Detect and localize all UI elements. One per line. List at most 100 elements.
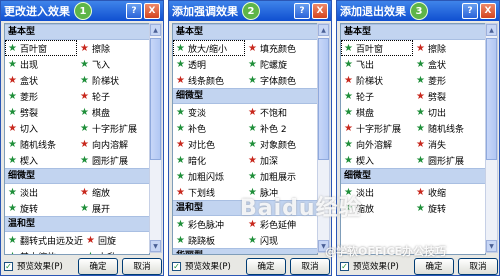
effect-item[interactable]: ★ 补色 bbox=[173, 120, 245, 136]
scroll-thumb[interactable] bbox=[486, 38, 497, 160]
effect-item[interactable]: ★ 楔入 bbox=[341, 152, 413, 168]
list-scrollbar[interactable]: ▲ ▼ bbox=[485, 23, 498, 253]
effect-item[interactable]: ★ 旋转 bbox=[413, 200, 485, 216]
effect-item-label: 收缩 bbox=[428, 188, 447, 199]
effect-item[interactable]: ★ 对象颜色 bbox=[245, 136, 317, 152]
effect-item[interactable]: ★ 闪现 bbox=[245, 232, 317, 248]
effect-item[interactable]: ★ 切出 bbox=[413, 104, 485, 120]
effect-item[interactable]: ★ 暗化 bbox=[173, 152, 245, 168]
effect-item[interactable]: ★上升 bbox=[83, 248, 149, 254]
effect-item[interactable]: ★ 盒状 bbox=[413, 56, 485, 72]
effect-item[interactable]: ★ 对比色 bbox=[173, 136, 245, 152]
scroll-thumb[interactable] bbox=[318, 38, 329, 160]
ok-button[interactable]: 确定 bbox=[246, 257, 286, 275]
effect-item[interactable]: ★ 填充颜色 bbox=[245, 40, 317, 56]
scroll-down-icon[interactable]: ▼ bbox=[150, 240, 161, 252]
effect-item[interactable]: ★ 十字形扩展 bbox=[77, 120, 149, 136]
effect-item[interactable]: ★ 不饱和 bbox=[245, 104, 317, 120]
effect-item[interactable]: ★ 加粗展示 bbox=[245, 168, 317, 184]
effect-item[interactable]: ★ 补色 2 bbox=[245, 120, 317, 136]
effect-item[interactable]: ★ 线条颜色 bbox=[173, 72, 245, 88]
effect-item[interactable]: ★ 劈裂 bbox=[5, 104, 77, 120]
preview-checkbox[interactable]: ✓ bbox=[340, 261, 349, 271]
effect-item[interactable]: ★ 盒状 bbox=[5, 72, 77, 88]
help-button[interactable]: ? bbox=[462, 3, 478, 19]
effect-item[interactable]: ★ 擦除 bbox=[77, 40, 149, 56]
effect-star-icon: ★ bbox=[8, 42, 17, 54]
close-button[interactable]: X bbox=[312, 3, 328, 19]
effect-item-label: 菱形 bbox=[20, 92, 39, 103]
effect-item[interactable]: ★ 楔入 bbox=[5, 152, 77, 168]
effect-star-icon: ★ bbox=[8, 90, 17, 102]
category-header: 细微型 bbox=[173, 88, 317, 104]
effect-star-icon: ★ bbox=[248, 122, 257, 134]
effect-item[interactable]: ★ 百叶窗 bbox=[5, 40, 77, 56]
list-scrollbar[interactable]: ▲ ▼ bbox=[149, 23, 162, 253]
effect-item[interactable]: ★ 旋转 bbox=[5, 200, 77, 216]
effect-item[interactable]: ★ 加深 bbox=[245, 152, 317, 168]
effect-item[interactable]: ★ 棋盘 bbox=[77, 104, 149, 120]
effect-item[interactable]: ★ 劈裂 bbox=[413, 88, 485, 104]
scroll-up-icon[interactable]: ▲ bbox=[150, 24, 161, 36]
scroll-down-icon[interactable]: ▼ bbox=[486, 240, 497, 252]
effect-item[interactable]: ★基本缩放 bbox=[5, 248, 83, 254]
effect-item[interactable]: ★ 淡出 bbox=[5, 184, 77, 200]
effect-item[interactable]: ★ 翻转式由远及近 bbox=[5, 232, 83, 248]
help-button[interactable]: ? bbox=[126, 3, 142, 19]
effect-item[interactable]: ★ 加粗闪烁 bbox=[173, 168, 245, 184]
effect-item[interactable]: ★ 变淡 bbox=[173, 104, 245, 120]
cancel-button[interactable]: 取消 bbox=[122, 257, 162, 275]
effect-item[interactable]: ★ 向外溶解 bbox=[341, 136, 413, 152]
effect-item[interactable]: ★ 下划线 bbox=[173, 184, 245, 200]
ok-button[interactable]: 确定 bbox=[414, 257, 454, 275]
effect-item[interactable]: ★ 轮子 bbox=[341, 88, 413, 104]
scroll-up-icon[interactable]: ▲ bbox=[318, 24, 329, 36]
effect-item[interactable]: ★ 随机线条 bbox=[413, 120, 485, 136]
effect-item[interactable]: ★ 阶梯状 bbox=[341, 72, 413, 88]
effect-item[interactable]: ★ 菱形 bbox=[413, 72, 485, 88]
dialog-entrance-effect: 更改进入效果 1? X 基本型 ★ 百叶窗 ★ 擦除 ★ 出现 ★ 飞入 ★ 盒状 ★ 阶梯状 ★ 菱形 ★ 轮子 ★ 劈… bbox=[0, 0, 164, 276]
effect-item[interactable]: ★ 切入 bbox=[5, 120, 77, 136]
effect-item[interactable]: ★ 轮子 bbox=[77, 88, 149, 104]
cancel-button[interactable]: 取消 bbox=[458, 257, 498, 275]
effect-star-icon: ★ bbox=[176, 58, 185, 70]
effect-item[interactable]: ★ 阶梯状 bbox=[77, 72, 149, 88]
effect-item[interactable]: ★ 缩放 bbox=[77, 184, 149, 200]
effect-item[interactable]: ★ 飞入 bbox=[77, 56, 149, 72]
effect-item[interactable]: ★ 飞出 bbox=[341, 56, 413, 72]
preview-label: 预览效果(P) bbox=[17, 262, 63, 272]
effect-item[interactable]: ★ 跷跷板 bbox=[173, 232, 245, 248]
effect-item[interactable]: ★ 陀螺旋 bbox=[245, 56, 317, 72]
close-button[interactable]: X bbox=[144, 3, 160, 19]
help-button[interactable]: ? bbox=[294, 3, 310, 19]
close-button[interactable]: X bbox=[480, 3, 496, 19]
effect-item[interactable]: ★ 回旋 bbox=[83, 232, 149, 248]
preview-checkbox[interactable]: ✓ bbox=[172, 261, 181, 271]
effect-item[interactable]: ★ 菱形 bbox=[5, 88, 77, 104]
effect-item-label: 百叶窗 bbox=[20, 44, 48, 55]
scroll-up-icon[interactable]: ▲ bbox=[486, 24, 497, 36]
effect-item[interactable]: ★ 棋盘 bbox=[341, 104, 413, 120]
effect-item-label: 出现 bbox=[20, 60, 39, 71]
effect-item[interactable]: ★ 字体颜色 bbox=[245, 72, 317, 88]
effect-item[interactable]: ★ 透明 bbox=[173, 56, 245, 72]
effect-item[interactable]: ★ 向内溶解 bbox=[77, 136, 149, 152]
effect-item[interactable]: ★ 随机线条 bbox=[5, 136, 77, 152]
effect-item[interactable]: ★ 圆形扩展 bbox=[77, 152, 149, 168]
effect-item[interactable]: ★ 圆形扩展 bbox=[413, 152, 485, 168]
ok-button[interactable]: 确定 bbox=[78, 257, 118, 275]
effect-item[interactable]: ★ 百叶窗 bbox=[341, 40, 413, 56]
cancel-button[interactable]: 取消 bbox=[290, 257, 330, 275]
effect-item[interactable]: ★ 擦除 bbox=[413, 40, 485, 56]
scroll-thumb[interactable] bbox=[150, 38, 161, 160]
effect-item[interactable]: ★ 十字形扩展 bbox=[341, 120, 413, 136]
effect-list[interactable]: 基本型 ★ 百叶窗 ★ 擦除 ★ 出现 ★ 飞入 ★ 盒状 ★ 阶梯状 ★ 菱形 ★ 轮子 ★ 劈裂 ★ 棋盘 ★ 切入 ★ 十… bbox=[4, 23, 150, 255]
effect-item[interactable]: ★ 放大/缩小 bbox=[173, 40, 245, 56]
effect-star-icon: ★ bbox=[86, 251, 95, 254]
effect-item[interactable]: ★ 消失 bbox=[413, 136, 485, 152]
effect-item[interactable]: ★ 展开 bbox=[77, 200, 149, 216]
effect-item[interactable]: ★ 收缩 bbox=[413, 184, 485, 200]
preview-checkbox[interactable]: ✓ bbox=[4, 261, 13, 271]
effect-item[interactable]: ★ 出现 bbox=[5, 56, 77, 72]
effect-item[interactable]: ★ 彩色脉冲 bbox=[173, 216, 245, 232]
